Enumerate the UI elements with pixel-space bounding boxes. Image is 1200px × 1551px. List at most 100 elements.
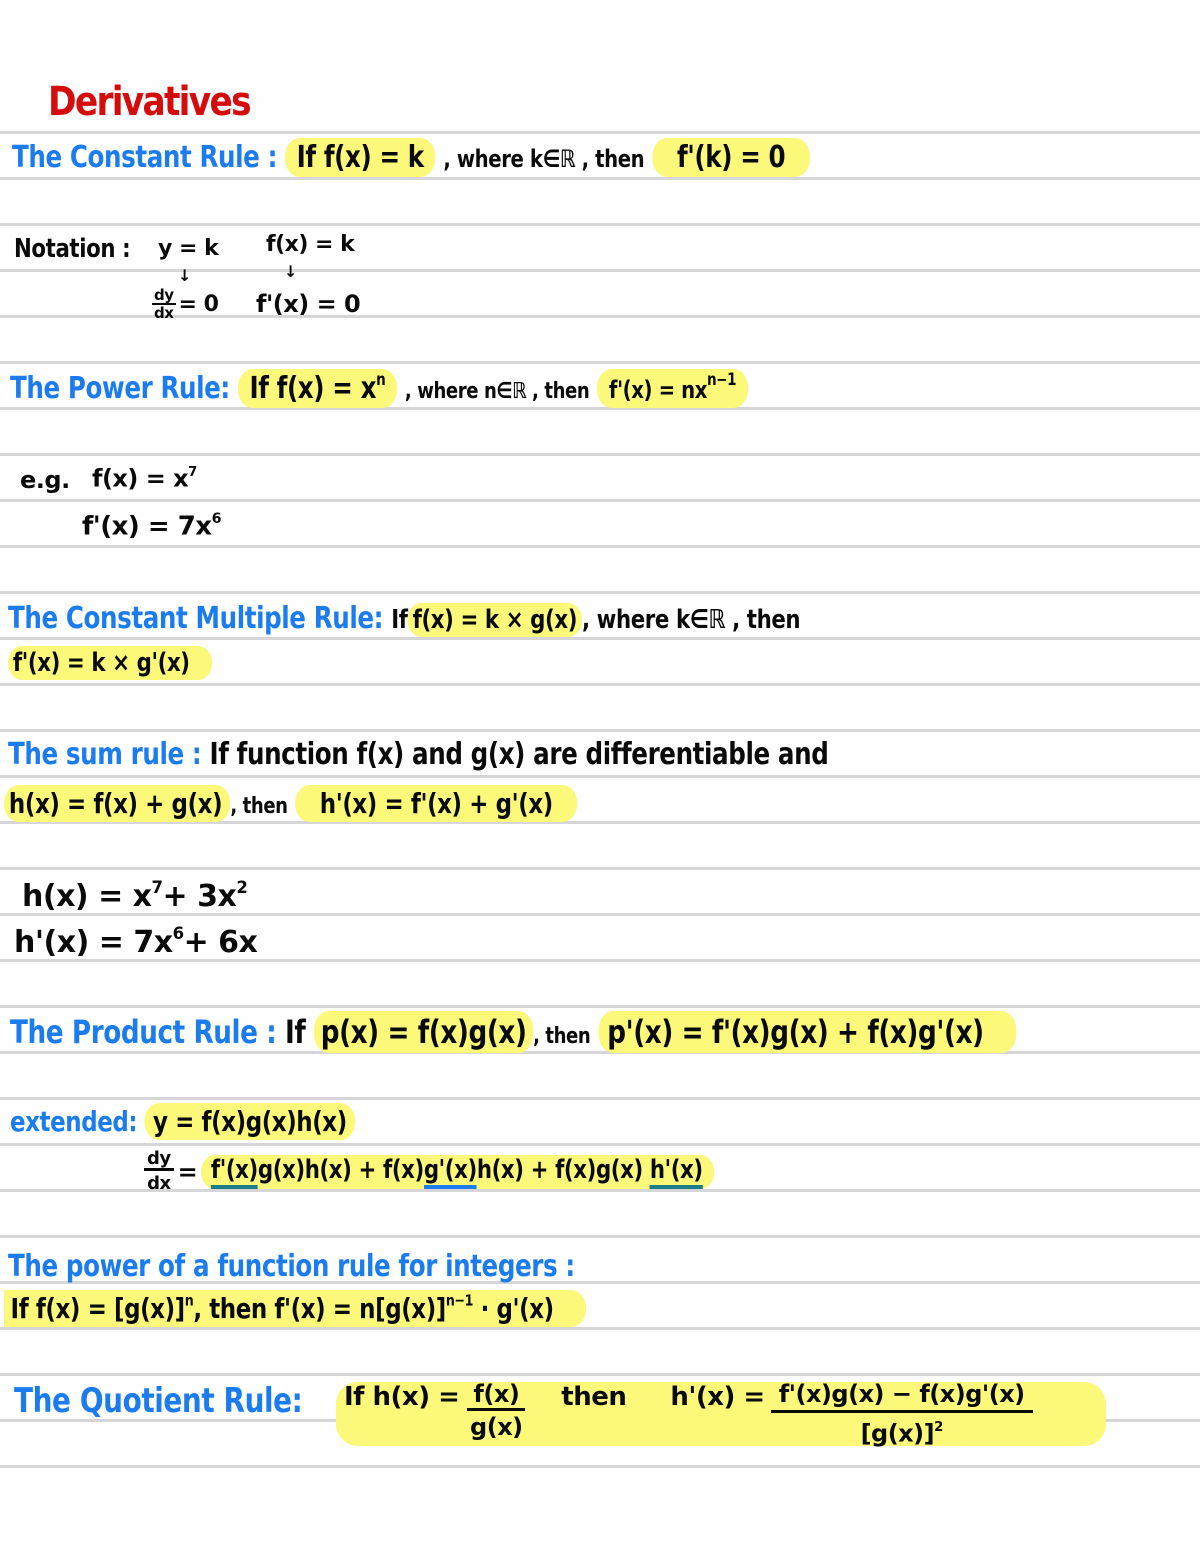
constant-multiple-prefix: If xyxy=(391,605,408,635)
ruled-line xyxy=(0,775,1200,778)
sum-rule-heading: The sum rule : xyxy=(8,737,202,772)
constant-multiple-result: f'(x) = k × g'(x) xyxy=(8,646,213,680)
notation-left-bottom: dy dx = 0 xyxy=(152,286,219,322)
power-function-rule-body: If f(x) = [g(x)]n, then f'(x) = n[g(x)]n… xyxy=(4,1290,587,1328)
power-function-middle: , then f'(x) = n[g(x)] xyxy=(193,1292,446,1326)
ruled-line xyxy=(0,959,1200,962)
product-rule-condition: p(x) = f(x)g(x) xyxy=(314,1011,534,1053)
quotient-result-den-exp: 2 xyxy=(934,1420,943,1435)
ruled-line xyxy=(0,1143,1200,1146)
extended-eq: = xyxy=(177,1157,198,1186)
ruled-line xyxy=(0,131,1200,134)
quotient-result-den: [g(x)] xyxy=(860,1419,935,1448)
extended-term3-a: h'(x) xyxy=(650,1154,703,1189)
sum-example-line2-a: h'(x) = 7x xyxy=(14,925,173,961)
ruled-line xyxy=(0,683,1200,686)
ruled-line xyxy=(0,729,1200,732)
product-rule-heading: The Product Rule : xyxy=(10,1013,277,1051)
ruled-line xyxy=(0,591,1200,594)
notation-label: Notation : xyxy=(14,234,131,264)
power-rule-heading: The Power Rule: xyxy=(10,371,230,407)
sum-rule: The sum rule : If function f(x) and g(x)… xyxy=(8,737,829,772)
sum-example-line1-a-exp: 7 xyxy=(151,878,163,897)
notation-dy: dy xyxy=(152,286,176,305)
power-example-line2-exp: 6 xyxy=(211,511,222,527)
constant-rule-heading: The Constant Rule : xyxy=(12,140,278,175)
extended-dx: dx xyxy=(147,1173,171,1194)
extended-term1-a: f'(x) xyxy=(211,1154,258,1189)
notes-page: Derivatives The Constant Rule : If f(x) … xyxy=(0,0,1200,1551)
ruled-line xyxy=(0,1097,1200,1100)
quotient-rule-body: If h(x) = f(x) g(x) then h'(x) = f'(x)g(… xyxy=(344,1382,1033,1448)
ruled-line xyxy=(0,223,1200,226)
ruled-line xyxy=(0,177,1200,180)
power-example-line2-base: f'(x) = 7x xyxy=(82,511,212,542)
notation-arrow-left-icon: ↓ xyxy=(178,266,192,285)
ruled-line xyxy=(0,1465,1200,1468)
ruled-line xyxy=(0,1005,1200,1008)
power-example-line1-exp: 7 xyxy=(188,465,197,480)
power-function-condition: If f(x) = [g(x)] xyxy=(10,1292,186,1326)
constant-multiple-rule: The Constant Multiple Rule: If f(x) = k ×… xyxy=(8,601,801,637)
power-example-label: e.g. xyxy=(20,466,70,494)
power-function-rule-line: If f(x) = [g(x)]n, then f'(x) = n[g(x)]n… xyxy=(4,1290,587,1328)
notation-dx: dx xyxy=(154,304,174,322)
quotient-result-prefix: h'(x) = xyxy=(670,1382,765,1412)
constant-multiple-heading: The Constant Multiple Rule: xyxy=(8,601,384,636)
quotient-frac-den: g(x) xyxy=(470,1413,523,1441)
constant-rule-middle: , where k∈ℝ , then xyxy=(443,145,645,173)
constant-rule-result: f'(k) = 0 xyxy=(652,138,810,177)
notation-arrow-right-icon: ↓ xyxy=(284,262,298,281)
page-title: Derivatives xyxy=(48,79,252,125)
sum-example-line2: h'(x) = 7x6+ 6x xyxy=(14,924,258,961)
quotient-rule-heading: The Quotient Rule: xyxy=(14,1381,303,1421)
sum-rule-condition: h(x) = f(x) + g(x) xyxy=(4,785,231,822)
product-rule-result: p'(x) = f'(x)g(x) + f(x)g'(x) xyxy=(599,1011,1017,1053)
ruled-line xyxy=(0,1235,1200,1238)
ruled-line xyxy=(0,637,1200,640)
sum-rule-middle: , then xyxy=(230,794,288,819)
sum-rule-line1: If function f(x) and g(x) are differenti… xyxy=(209,737,829,772)
power-rule-result-exp: n−1 xyxy=(706,370,737,389)
constant-rule: The Constant Rule : If f(x) = k , where … xyxy=(12,138,810,177)
sum-rule-result: h'(x) = f'(x) + g'(x) xyxy=(295,785,578,822)
extended-term2-a: g'(x) xyxy=(424,1154,477,1189)
quotient-rule-prefix: If h(x) = xyxy=(344,1382,460,1412)
power-rule-condition-exp: n xyxy=(376,370,386,389)
power-rule-middle: , where n∈ℝ , then xyxy=(404,379,590,405)
constant-multiple-result-line: f'(x) = k × g'(x) xyxy=(8,646,213,680)
sum-example-line2-b: + 6x xyxy=(183,925,258,961)
product-rule: The Product Rule : If p(x) = f(x)g(x), t… xyxy=(10,1011,1017,1053)
extended-term1-b: g(x)h(x) + f(x) xyxy=(258,1154,425,1185)
extended-result: f'(x)g(x)h(x) + f(x)g'(x)h(x) + f(x)g(x)… xyxy=(201,1154,715,1189)
power-example-line2: f'(x) = 7x6 xyxy=(82,511,222,542)
sum-rule-line2: h(x) = f(x) + g(x), then h'(x) = f'(x) +… xyxy=(4,785,578,822)
quotient-result-num: f'(x)g(x) − f(x)g'(x) xyxy=(770,1382,1033,1413)
sum-example-line1-b: + 3x xyxy=(162,879,237,915)
sum-example-line1: h(x) = x7+ 3x2 xyxy=(22,878,248,915)
sum-example-line1-a: h(x) = x xyxy=(22,879,152,915)
ruled-line xyxy=(0,1051,1200,1054)
product-rule-middle: , then xyxy=(533,1024,591,1049)
sum-example-line2-a-exp: 6 xyxy=(172,924,184,943)
notation-left-bottom-rest: = 0 xyxy=(178,291,219,317)
notation-right-bottom: f'(x) = 0 xyxy=(256,290,361,318)
power-function-rule-heading: The power of a function rule for integer… xyxy=(8,1249,575,1284)
extended-derivative: dy dx = f'(x)g(x)h(x) + f(x)g'(x)h(x) + … xyxy=(144,1150,827,1193)
constant-multiple-condition: f(x) = k × g(x) xyxy=(407,603,582,637)
ruled-line xyxy=(0,499,1200,502)
extended-expression: y = f(x)g(x)h(x) xyxy=(144,1103,356,1140)
extended-label: extended: xyxy=(10,1105,138,1138)
power-rule-condition: If f(x) = x xyxy=(249,371,377,407)
ruled-line xyxy=(0,453,1200,456)
power-example-line1: f(x) = x7 xyxy=(92,466,197,491)
extended-term2-b: h(x) + f(x)g(x) xyxy=(477,1154,644,1185)
ruled-line xyxy=(0,545,1200,548)
notation-right-top: f(x) = k xyxy=(266,232,355,257)
ruled-line xyxy=(0,1327,1200,1330)
ruled-line xyxy=(0,361,1200,364)
power-function-end: · g'(x) xyxy=(480,1292,555,1326)
ruled-line xyxy=(0,867,1200,870)
power-rule-result: f'(x) = nx xyxy=(608,376,707,405)
extended-dy: dy xyxy=(144,1150,174,1171)
